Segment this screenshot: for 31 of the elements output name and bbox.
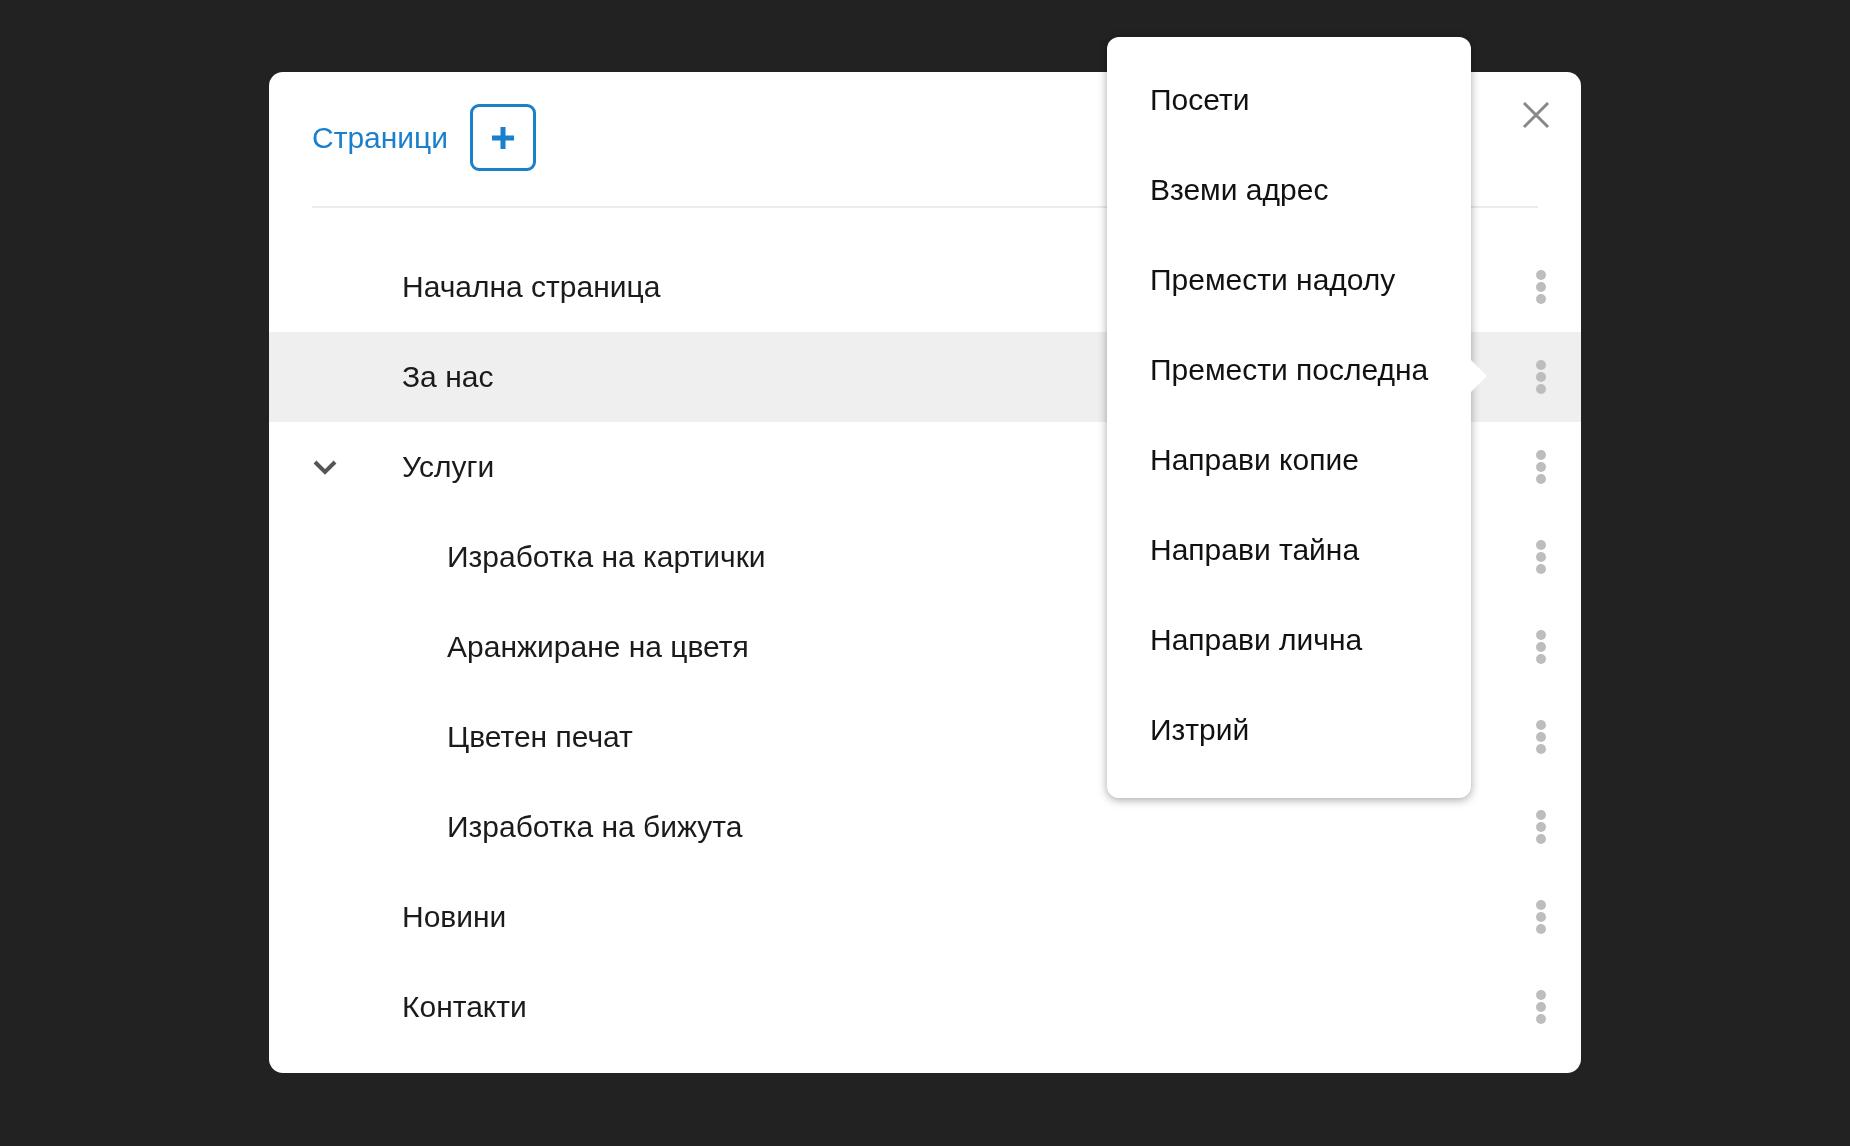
- plus-icon: [490, 124, 517, 151]
- more-options-icon[interactable]: [1535, 629, 1547, 665]
- page-title[interactable]: Изработка на картички: [447, 540, 766, 574]
- dialog-title: Страници: [312, 120, 449, 155]
- more-options-icon[interactable]: [1535, 269, 1547, 305]
- page-title[interactable]: Начална страница: [402, 270, 661, 304]
- more-options-icon[interactable]: [1535, 809, 1547, 845]
- menu-item[interactable]: Направи копие: [1107, 415, 1471, 505]
- menu-item[interactable]: Направи тайна: [1107, 505, 1471, 595]
- more-options-icon[interactable]: [1535, 899, 1547, 935]
- menu-item[interactable]: Посети: [1107, 55, 1471, 145]
- more-options-icon[interactable]: [1535, 449, 1547, 485]
- page-title[interactable]: Контакти: [402, 990, 527, 1024]
- menu-item[interactable]: Вземи адрес: [1107, 145, 1471, 235]
- more-options-icon[interactable]: [1535, 989, 1547, 1025]
- chevron-icon[interactable]: [312, 459, 338, 475]
- page-title[interactable]: За нас: [402, 360, 494, 394]
- more-options-icon[interactable]: [1535, 359, 1547, 395]
- more-options-icon[interactable]: [1535, 539, 1547, 575]
- menu-item[interactable]: Направи лична: [1107, 595, 1471, 685]
- close-icon[interactable]: [1521, 100, 1551, 130]
- page-title[interactable]: Изработка на бижута: [447, 810, 743, 844]
- page-title[interactable]: Аранжиране на цветя: [447, 630, 749, 664]
- page-title[interactable]: Услуги: [402, 450, 495, 484]
- menu-item[interactable]: Премести последна: [1107, 325, 1471, 415]
- page-title[interactable]: Новини: [402, 900, 507, 934]
- page-title[interactable]: Цветен печат: [447, 720, 633, 754]
- menu-item[interactable]: Премести надолу: [1107, 235, 1471, 325]
- more-options-icon[interactable]: [1535, 719, 1547, 755]
- menu-item[interactable]: Изтрий: [1107, 685, 1471, 775]
- add-page-button[interactable]: [470, 104, 537, 171]
